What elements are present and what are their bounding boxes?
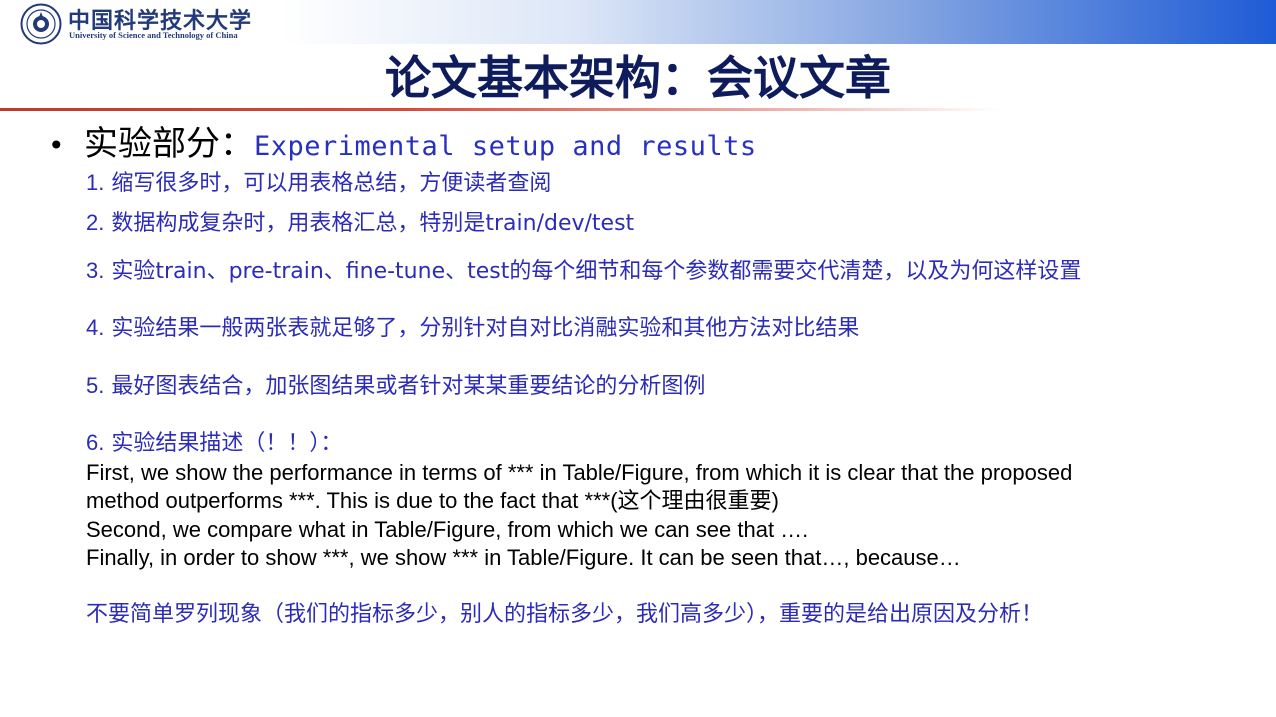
list-item: 4. 实验结果一般两张表就足够了，分别针对自对比消融实验和其他方法对比结果 bbox=[86, 313, 859, 344]
item-number: 5. bbox=[86, 373, 105, 398]
description-text-chinese: 这个理由很重要 bbox=[617, 489, 772, 514]
title-divider bbox=[0, 108, 1000, 111]
item-number: 4. bbox=[86, 315, 105, 340]
section-heading-chinese: 实验部分： bbox=[84, 124, 254, 164]
description-line: method outperforms ***. This is due to t… bbox=[86, 486, 779, 516]
university-seal-icon bbox=[20, 3, 62, 45]
description-line: Finally, in order to show ***, we show *… bbox=[86, 545, 961, 570]
logo-english-name: University of Science and Technology of … bbox=[69, 30, 238, 40]
description-text: method outperforms ***. This is due to t… bbox=[86, 488, 618, 513]
slide-title: 论文基本架构：会议文章 bbox=[385, 51, 891, 105]
section-heading-english: Experimental setup and results bbox=[254, 131, 757, 162]
list-item: 1. 缩写很多时，可以用表格总结，方便读者查阅 bbox=[86, 168, 551, 199]
item-text: 实验结果描述（！！）： bbox=[111, 431, 343, 456]
description-line: First, we show the performance in terms … bbox=[86, 460, 1073, 485]
list-item: 6. 实验结果描述（！！）： bbox=[86, 428, 342, 459]
item-text: 实验结果一般两张表就足够了，分别针对自对比消融实验和其他方法对比结果 bbox=[111, 316, 860, 341]
item-text: 数据构成复杂时，用表格汇总，特别是train/dev/test bbox=[111, 211, 635, 236]
emphasis-note: 不要简单罗列现象（我们的指标多少，别人的指标多少，我们高多少），重要的是给出原因… bbox=[86, 602, 1044, 627]
list-item: 5. 最好图表结合，加张图结果或者针对某某重要结论的分析图例 bbox=[86, 371, 705, 402]
list-item: 2. 数据构成复杂时，用表格汇总，特别是train/dev/test bbox=[86, 208, 634, 239]
slide: 中国科学技术大学 University of Science and Techn… bbox=[0, 0, 1276, 717]
item-number: 6. bbox=[86, 430, 105, 455]
item-text: 实验train、pre-train、fine-tune、test的每个细节和每个… bbox=[111, 259, 1082, 284]
list-item: 3. 实验train、pre-train、fine-tune、test的每个细节… bbox=[86, 256, 1081, 287]
bullet-icon: • bbox=[48, 129, 65, 162]
university-logo: 中国科学技术大学 University of Science and Techn… bbox=[20, 3, 270, 45]
item-text: 缩写很多时，可以用表格总结，方便读者查阅 bbox=[111, 171, 552, 196]
item-number: 1. bbox=[86, 170, 105, 195]
description-line: Second, we compare what in Table/Figure,… bbox=[86, 517, 809, 542]
item-number: 2. bbox=[86, 210, 105, 235]
item-number: 3. bbox=[86, 258, 105, 283]
section-heading: • 实验部分： Experimental setup and results bbox=[48, 116, 757, 164]
item-text: 最好图表结合，加张图结果或者针对某某重要结论的分析图例 bbox=[111, 374, 706, 399]
description-text: ) bbox=[771, 488, 779, 513]
header-gradient-band bbox=[280, 0, 1276, 44]
